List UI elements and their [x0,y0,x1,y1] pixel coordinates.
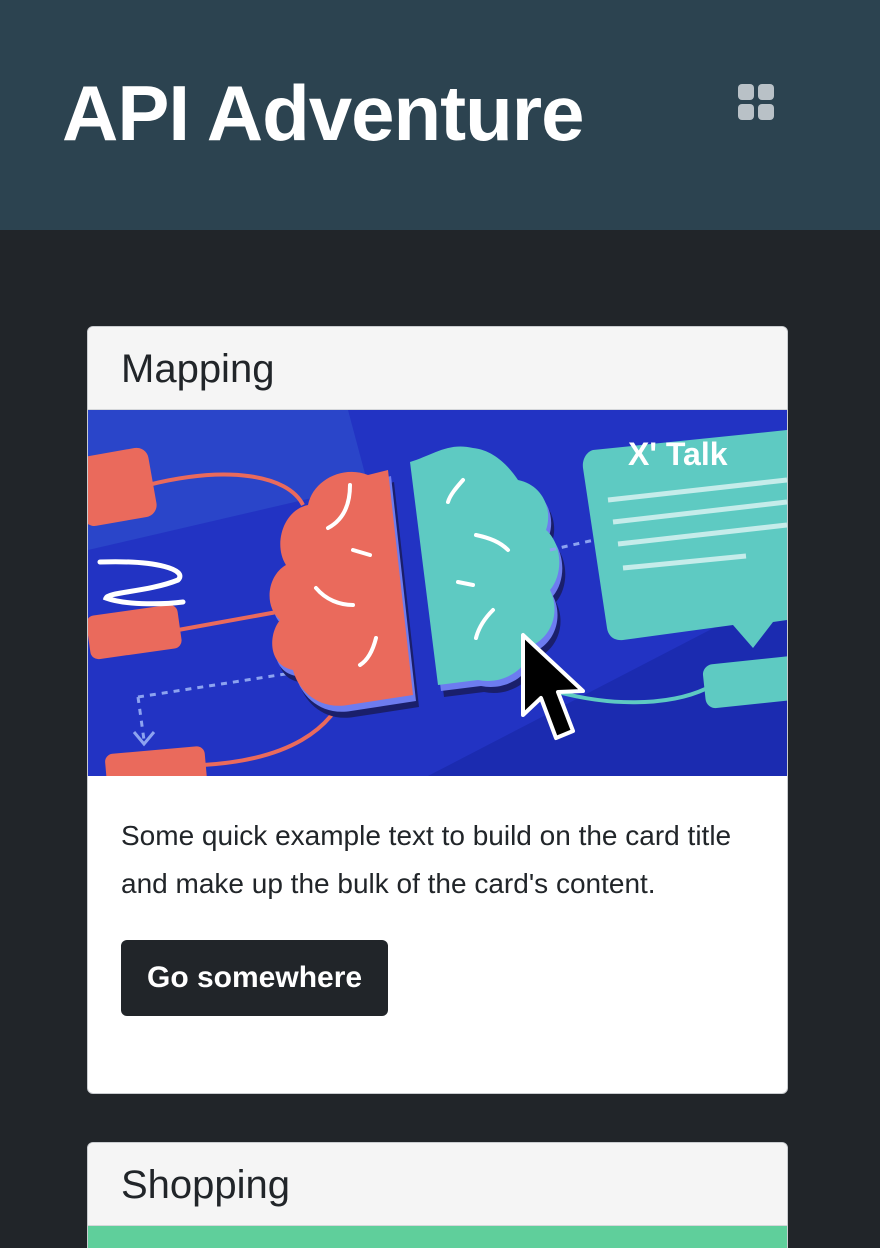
grid-icon-square [738,84,754,100]
grid-icon-square [758,104,774,120]
card-title: Shopping [121,1163,291,1207]
top-header: API Adventure [0,0,880,230]
card-title: Mapping [121,347,275,391]
grid-icon-square [758,84,774,100]
card-image-illustration: X' Talk [88,410,787,776]
card-mapping: Mapping X' Talk Some quick example text … [87,326,788,1094]
card-image-illustration [88,1226,787,1248]
card-header: Shopping [88,1143,787,1226]
card-shopping: Shopping [87,1142,788,1248]
grid-icon[interactable] [738,84,774,120]
illustration-label: X' Talk [628,436,728,472]
card-text: Some quick example text to build on the … [121,820,732,899]
app-title: API Adventure [62,69,585,157]
card-body: Some quick example text to build on the … [88,776,787,1049]
card-header: Mapping [88,327,787,410]
grid-icon-square [738,104,754,120]
go-somewhere-button[interactable]: Go somewhere [121,940,389,1016]
